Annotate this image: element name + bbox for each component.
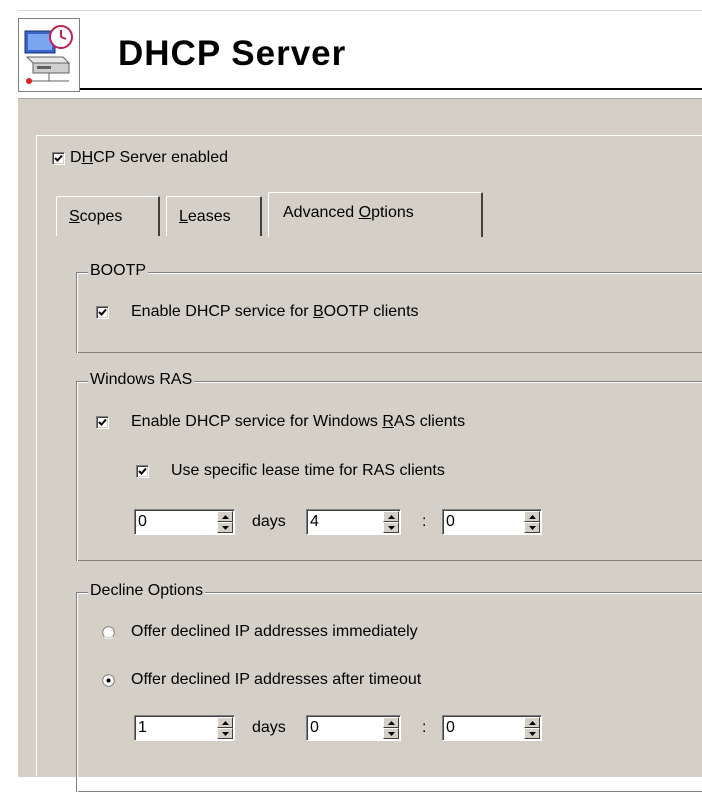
tab-advanced-options[interactable]: Advanced Options xyxy=(268,192,483,237)
dhcp-server-icon xyxy=(18,18,80,92)
page-title: DHCP Server xyxy=(118,34,347,73)
tab-advanced-options-label: Advanced Options xyxy=(283,204,414,221)
header-divider xyxy=(18,10,702,11)
title-underline xyxy=(80,88,702,90)
